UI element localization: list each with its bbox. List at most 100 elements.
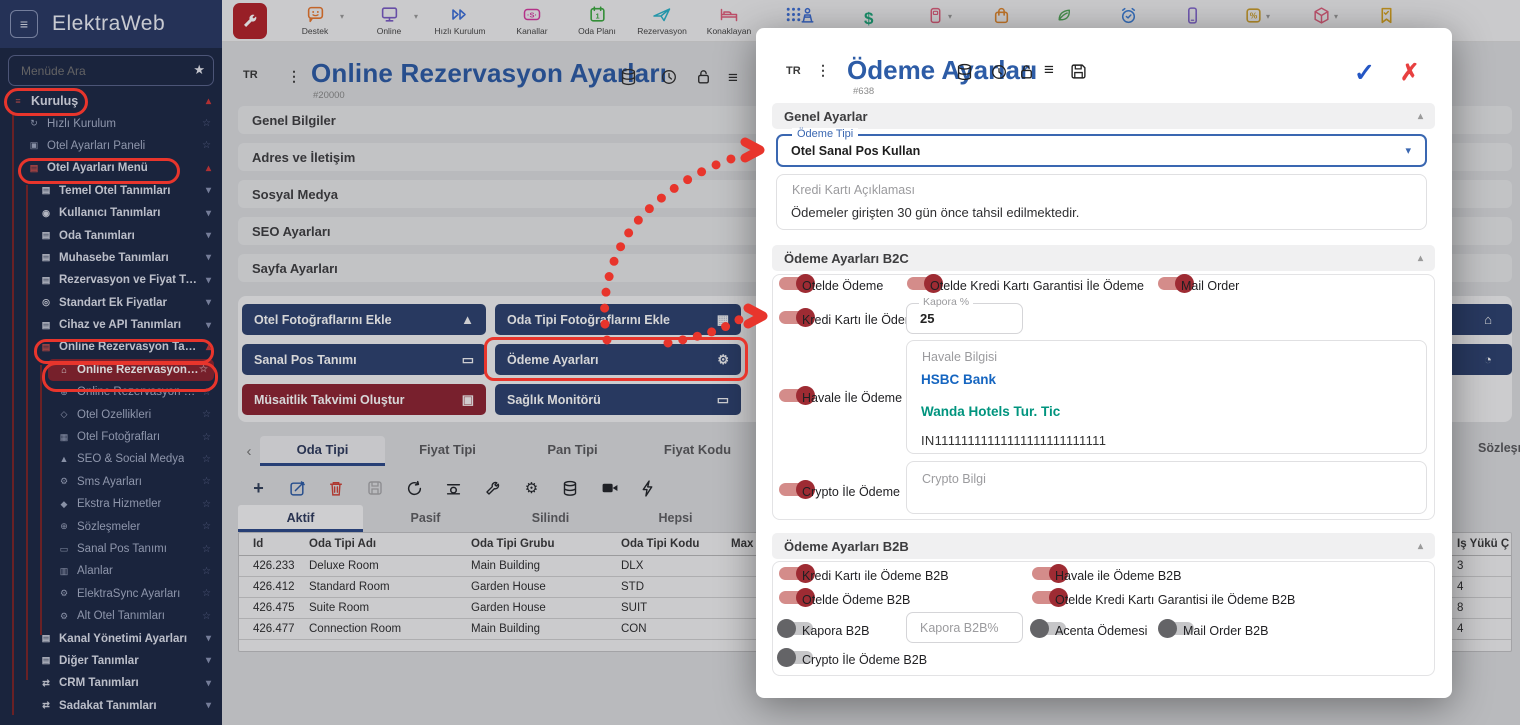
settings-wrench-button[interactable] bbox=[233, 3, 267, 39]
sidebar-item-cihaz-api[interactable]: ▤Cihaz ve API Tanımları▾ bbox=[0, 314, 222, 336]
section-genel-ayarlar[interactable]: Genel Ayarlar ▴ bbox=[772, 103, 1435, 129]
video-button[interactable] bbox=[601, 480, 618, 496]
star-icon[interactable]: ☆ bbox=[202, 454, 211, 465]
sidebar-item-otel-ozellikleri[interactable]: ◇Otel Özellikleri☆ bbox=[0, 403, 222, 425]
sidebar-item-elektrasync[interactable]: ⚙ElektraSync Ayarları☆ bbox=[0, 583, 222, 605]
kredi-karti-aciklamasi-field[interactable]: Kredi Kartı Açıklaması Ödemeler girişten… bbox=[776, 174, 1427, 230]
history-icon[interactable] bbox=[660, 68, 678, 86]
chevron-up-icon[interactable]: ▴ bbox=[206, 163, 211, 174]
sidebar-item-standart-ek-fiyatlar[interactable]: ◎Standart Ek Fiyatlar▾ bbox=[0, 292, 222, 314]
otel-fotograflari-ekle-button[interactable]: Otel Fotoğraflarını Ekle▲ bbox=[242, 304, 486, 335]
save-button[interactable] bbox=[367, 480, 384, 496]
star-icon[interactable]: ☆ bbox=[202, 499, 211, 510]
lock-icon[interactable] bbox=[1018, 63, 1035, 81]
star-icon[interactable]: ☆ bbox=[202, 118, 211, 129]
toolbar-icon-phone[interactable] bbox=[1183, 6, 1202, 25]
chevron-down-icon[interactable]: ▾ bbox=[206, 700, 211, 711]
filter-button[interactable] bbox=[445, 480, 462, 497]
sidebar-item-sanal-pos-tanimi[interactable]: ▭Sanal Pos Tanımı☆ bbox=[0, 538, 222, 560]
toolbar-icon-leaves[interactable] bbox=[1055, 6, 1074, 25]
toolbar-icon-speaker[interactable] bbox=[798, 6, 817, 25]
sidebar-item-oda-tanimlari[interactable]: ▤Oda Tanımları▾ bbox=[0, 224, 222, 246]
toolbar-icon-currency[interactable]: $ bbox=[864, 9, 873, 29]
crypto-bilgi-field[interactable]: Crypto Bilgi bbox=[906, 461, 1427, 514]
chevron-down-icon[interactable]: ▾ bbox=[206, 252, 211, 263]
chevron-down-icon[interactable]: ▾ bbox=[206, 208, 211, 219]
sidebar-item-sozlesmeler[interactable]: ⊕Sözleşmeler☆ bbox=[0, 515, 222, 537]
star-icon[interactable]: ☆ bbox=[202, 140, 211, 151]
modal-confirm-button[interactable]: ✓ bbox=[1354, 58, 1375, 88]
sidebar-item-kullanici-tanimlari[interactable]: ◉Kullanıcı Tanımları▾ bbox=[0, 202, 222, 224]
sidebar-item-otel-ayarlari-paneli[interactable]: ▣Otel Ayarları Paneli☆ bbox=[0, 135, 222, 157]
oda-tipi-fotograflari-ekle-button[interactable]: Oda Tipi Fotoğraflarını Ekle▦ bbox=[495, 304, 741, 335]
toolbar-icon-pos[interactable] bbox=[926, 6, 945, 25]
musaitlik-takvimi-button[interactable]: Müsaitlik Takvimi Oluştur▣ bbox=[242, 384, 486, 415]
settings-gear-button[interactable]: ⚙ bbox=[523, 479, 540, 497]
filter-tab-hepsi[interactable]: Hepsi bbox=[613, 505, 738, 532]
star-icon[interactable]: ☆ bbox=[202, 611, 211, 622]
history-icon[interactable] bbox=[990, 63, 1008, 81]
sidebar-item-hizli-kurulum[interactable]: ↻Hızlı Kurulum☆ bbox=[0, 112, 222, 134]
filter-tab-pasif[interactable]: Pasif bbox=[363, 505, 488, 532]
modal-close-button[interactable]: ✗ bbox=[1400, 59, 1419, 86]
star-icon[interactable]: ☆ bbox=[202, 387, 211, 398]
sidebar-item-otel-ayarlari-menu[interactable]: ▤Otel Ayarları Menü▴ bbox=[0, 157, 222, 179]
sanal-pos-tanimi-button[interactable]: Sanal Pos Tanımı▭ bbox=[242, 344, 486, 375]
quick-actions-button[interactable] bbox=[640, 480, 657, 497]
favorites-star-icon[interactable]: ★ bbox=[193, 62, 205, 78]
sidebar-search-input[interactable] bbox=[8, 55, 214, 86]
more-options-icon[interactable]: ⋮ bbox=[816, 62, 830, 79]
sidebar-item-seo-social[interactable]: ▲SEO & Social Medya☆ bbox=[0, 448, 222, 470]
sidebar-item-online-rez-ayarlari[interactable]: ⌂Online Rezervasyon Ay...☆ bbox=[48, 359, 214, 381]
chevron-up-icon[interactable]: ▴ bbox=[206, 342, 211, 353]
star-icon[interactable]: ☆ bbox=[202, 432, 211, 443]
sidebar-item-ekstra-hizmetler[interactable]: ◆Ekstra Hizmetler☆ bbox=[0, 493, 222, 515]
star-icon[interactable]: ☆ bbox=[202, 521, 211, 532]
toolbar-item-hizli-kurulum[interactable]: Hızlı Kurulum bbox=[425, 4, 495, 36]
star-icon[interactable]: ☆ bbox=[202, 544, 211, 555]
sidebar-item-alt-otel[interactable]: ⚙Alt Otel Tanımları☆ bbox=[0, 605, 222, 627]
modal-language-chip[interactable]: TR bbox=[786, 65, 801, 77]
sidebar-item-muhasebe-tanimlari[interactable]: ▤Muhasebe Tanımları▾ bbox=[0, 247, 222, 269]
sidebar-item-sadakat-tanimlari[interactable]: ⇄Sadakat Tanımları▾ bbox=[0, 695, 222, 717]
toolbar-item-online[interactable]: Online ▾ bbox=[354, 4, 424, 36]
filter-tab-aktif[interactable]: Aktif bbox=[238, 505, 363, 532]
tabs-back-icon[interactable]: ‹ bbox=[238, 443, 260, 460]
chevron-down-icon[interactable]: ▾ bbox=[206, 655, 211, 666]
section-odeme-ayarlari-b2c[interactable]: Ödeme Ayarları B2C ▴ bbox=[772, 245, 1435, 271]
toolbar-item-oda-plani[interactable]: 1 Oda Planı bbox=[562, 4, 632, 36]
sidebar-item-rezervasyon-fiyat[interactable]: ▤Rezervasyon ve Fiyat Tanıml...▾ bbox=[0, 269, 222, 291]
chevron-down-icon[interactable]: ▾ bbox=[206, 230, 211, 241]
more-options-icon[interactable]: ⋮ bbox=[287, 68, 301, 85]
menu-lines-icon[interactable]: ≡ bbox=[728, 68, 738, 88]
odeme-ayarlari-button[interactable]: Ödeme Ayarları⚙ bbox=[495, 344, 741, 375]
sidebar-item-alanlar[interactable]: ▥Alanlar☆ bbox=[0, 560, 222, 582]
tools-button[interactable] bbox=[484, 480, 501, 497]
star-icon[interactable]: ☆ bbox=[199, 364, 208, 375]
chevron-down-icon[interactable]: ▾ bbox=[206, 678, 211, 689]
chevron-up-icon[interactable]: ▴ bbox=[206, 96, 211, 107]
toolbar-item-kanallar[interactable]: ·S· Kanallar bbox=[497, 4, 567, 36]
sidebar-item-online-rez-dili[interactable]: ⊕Online Rezervasyon Dili...☆ bbox=[0, 381, 222, 403]
chevron-down-icon[interactable]: ▾ bbox=[206, 320, 211, 331]
add-button[interactable]: + bbox=[250, 478, 267, 499]
sidebar-item-diger-tanimlar[interactable]: ▤Diğer Tanımlar▾ bbox=[0, 650, 222, 672]
sidebar-item-otel-fotograflari[interactable]: ▦Otel Fotoğrafları☆ bbox=[0, 426, 222, 448]
toolbar-icon-bag[interactable] bbox=[992, 6, 1011, 25]
chevron-down-icon[interactable]: ▾ bbox=[206, 633, 211, 644]
language-chip[interactable]: TR bbox=[243, 69, 258, 81]
star-icon[interactable]: ☆ bbox=[202, 409, 211, 420]
sidebar-item-sms-ayarlari[interactable]: ⚙Sms Ayarları☆ bbox=[0, 471, 222, 493]
toolbar-icon-bookmark[interactable] bbox=[1377, 6, 1396, 25]
database-icon[interactable] bbox=[620, 68, 637, 86]
delete-button[interactable] bbox=[328, 480, 345, 497]
menu-toggle-button[interactable]: ≡ bbox=[10, 10, 38, 38]
sidebar-item-online-rez-tanimlari[interactable]: ▤Online Rezervasyon Tanı...▴ bbox=[0, 336, 222, 358]
toolbar-icon-alarm[interactable] bbox=[1119, 6, 1138, 25]
star-icon[interactable]: ☆ bbox=[202, 588, 211, 599]
toolbar-item-rezervasyon[interactable]: Rezervasyon bbox=[627, 4, 697, 36]
section-odeme-ayarlari-b2b[interactable]: Ödeme Ayarları B2B ▴ bbox=[772, 533, 1435, 559]
star-icon[interactable]: ☆ bbox=[202, 476, 211, 487]
saglik-monitoru-button[interactable]: Sağlık Monitörü▭ bbox=[495, 384, 741, 415]
havale-bilgisi-field[interactable]: Havale Bilgisi HSBC Bank Wanda Hotels Tu… bbox=[906, 340, 1427, 454]
